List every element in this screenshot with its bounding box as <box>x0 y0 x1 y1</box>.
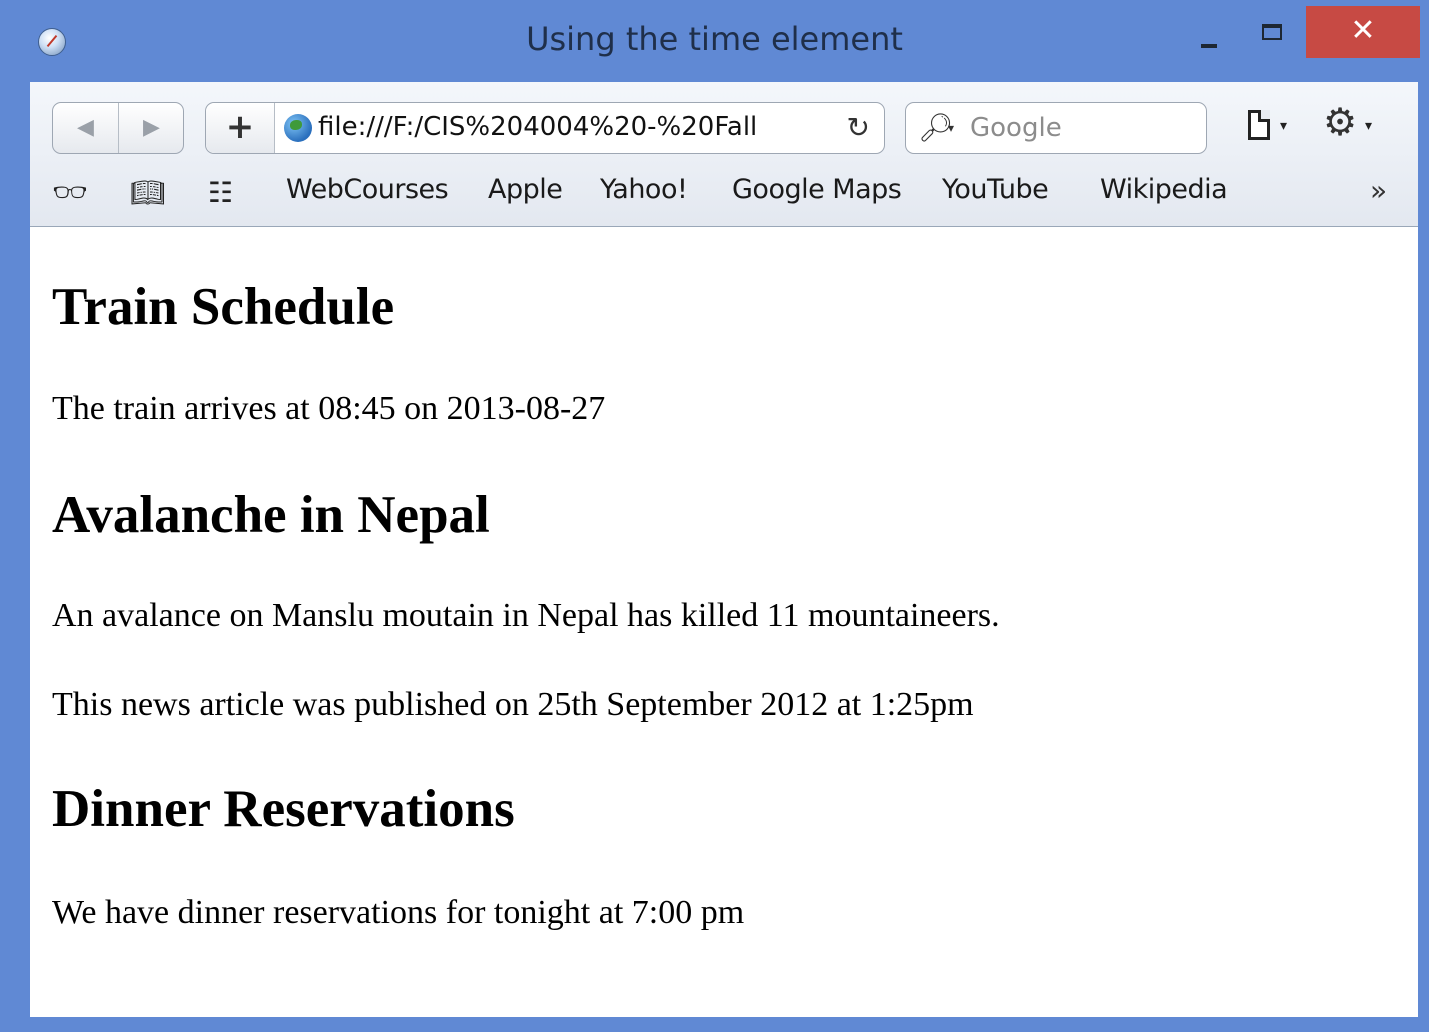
paragraph-train-arrival: The train arrives at 08:45 on 2013-08-27 <box>52 390 606 427</box>
add-bookmark-button[interactable]: + <box>206 103 275 153</box>
maximize-button[interactable] <box>1258 20 1288 50</box>
chevron-down-icon: ▾ <box>1365 118 1373 134</box>
top-sites-grid-icon[interactable]: ☷ <box>208 176 233 209</box>
page-content: Train Schedule The train arrives at 08:4… <box>30 227 1418 1017</box>
bookmark-yahoo[interactable]: Yahoo! <box>600 174 688 205</box>
forward-button[interactable]: ▶ <box>119 103 184 153</box>
bookmark-apple[interactable]: Apple <box>488 174 563 205</box>
url-text[interactable]: file:///F:/CIS%204004%20-%20Fall%20 <box>318 112 758 146</box>
reading-list-icon[interactable]: 👓︎ <box>52 176 88 209</box>
bookmark-youtube[interactable]: YouTube <box>942 174 1049 205</box>
back-button[interactable]: ◀ <box>53 103 119 153</box>
chevron-down-icon: ▾ <box>1280 118 1288 134</box>
bookmarks-bar: 👓︎ 📖︎ ☷ WebCourses Apple Yahoo! Google M… <box>30 166 1418 222</box>
gear-icon: ⚙ <box>1323 100 1358 144</box>
search-input[interactable] <box>970 111 1190 145</box>
bookmarks-book-icon[interactable]: 📖︎ <box>130 176 166 209</box>
reload-icon[interactable]: ↻ <box>847 111 870 144</box>
heading-dinner-reservations: Dinner Reservations <box>52 780 515 838</box>
browser-toolbar: ◀ ▶ + file:///F:/CIS%204004%20-%20Fall%2… <box>30 82 1418 227</box>
close-button[interactable]: ✕ <box>1306 6 1420 58</box>
more-bookmarks-icon[interactable]: » <box>1370 174 1387 207</box>
page-menu-button[interactable]: ▾ <box>1248 108 1304 148</box>
bookmark-google-maps[interactable]: Google Maps <box>732 174 902 205</box>
bookmark-wikipedia[interactable]: Wikipedia <box>1100 174 1228 205</box>
bookmark-webcourses[interactable]: WebCourses <box>286 174 449 205</box>
minimize-button[interactable] <box>1195 30 1225 60</box>
page-icon <box>1248 110 1270 140</box>
address-bar[interactable]: + file:///F:/CIS%204004%20-%20Fall%20 ↻ <box>205 102 885 154</box>
browser-window: Using the time element ✕ ◀ ▶ + file:///F… <box>0 0 1429 1032</box>
heading-avalanche: Avalanche in Nepal <box>52 486 490 544</box>
settings-menu-button[interactable]: ⚙ ▾ <box>1323 100 1393 148</box>
search-box[interactable]: 🔎︎ ▾ <box>905 102 1207 154</box>
title-bar[interactable]: Using the time element ✕ <box>0 0 1429 82</box>
paragraph-avalanche-news: An avalance on Manslu moutain in Nepal h… <box>52 597 1000 634</box>
paragraph-dinner-time: We have dinner reservations for tonight … <box>52 894 745 931</box>
heading-train-schedule: Train Schedule <box>52 278 395 336</box>
search-engine-caret-icon[interactable]: ▾ <box>948 121 954 135</box>
navigation-buttons: ◀ ▶ <box>52 102 184 154</box>
paragraph-published-date: This news article was published on 25th … <box>52 686 974 723</box>
globe-icon <box>284 114 312 142</box>
